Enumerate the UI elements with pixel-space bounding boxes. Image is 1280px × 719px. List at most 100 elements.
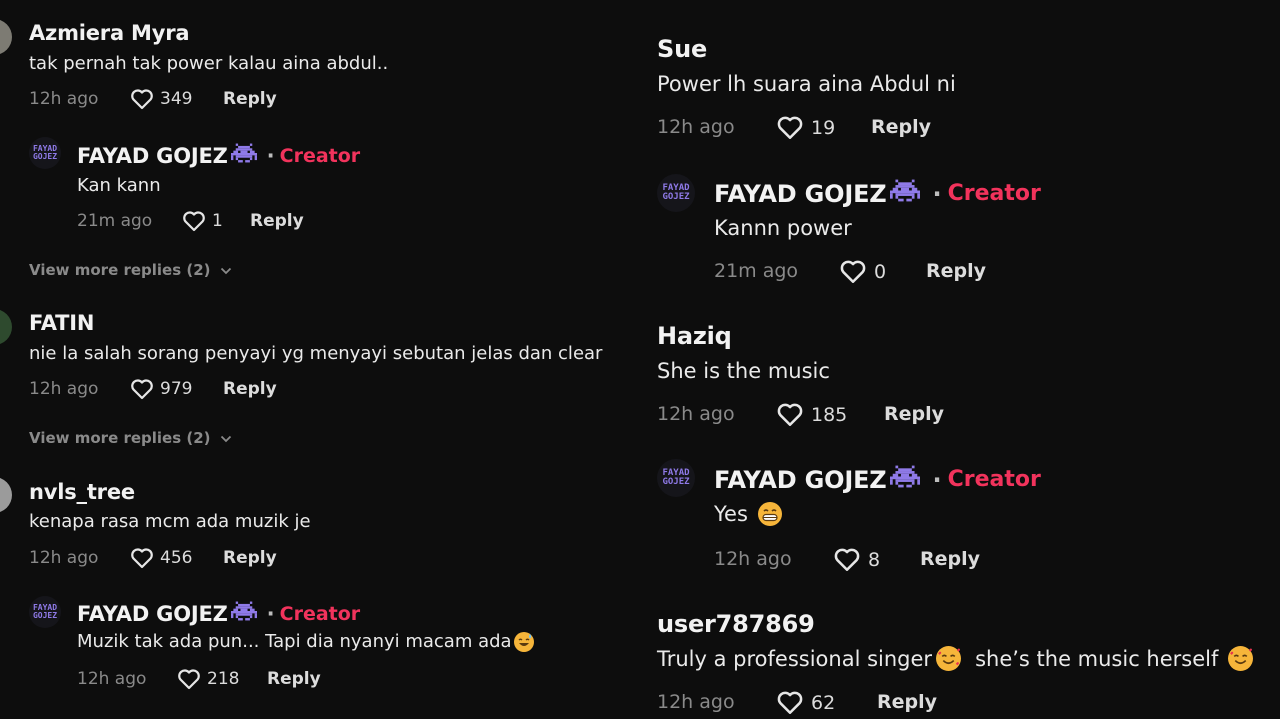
like-button[interactable]: 62 — [776, 690, 835, 715]
like-count: 19 — [811, 116, 836, 139]
creator-avatar[interactable]: FAYAD GOJEZ — [29, 596, 61, 628]
comment-author[interactable]: Sue — [657, 35, 707, 63]
comment-timestamp: 12h ago — [657, 403, 735, 425]
comment-timestamp: 12h ago — [657, 116, 735, 138]
reply-button[interactable]: Reply — [920, 548, 980, 570]
reply-button[interactable]: Reply — [223, 548, 277, 568]
reply-header: FAYAD GOJEZ · Creator — [714, 178, 1041, 209]
reply-timestamp: 21m ago — [714, 260, 799, 282]
like-count: 218 — [207, 669, 240, 689]
comment-text: nie la salah sorang penyayi yg menyayi s… — [29, 343, 603, 364]
logo-text-line: GOJEZ — [32, 611, 58, 620]
like-count: 185 — [811, 403, 848, 426]
logo-text-line: GOJEZ — [32, 152, 58, 161]
separator-dot: · — [266, 601, 275, 626]
reply-header: FAYAD GOJEZ · Creator — [77, 142, 360, 169]
reply-author[interactable]: FAYAD GOJEZ — [77, 602, 228, 626]
heart-outline-icon — [130, 88, 154, 110]
reply-author[interactable]: FAYAD GOJEZ — [77, 144, 228, 168]
comment-text: She is the music — [657, 359, 830, 383]
like-button[interactable]: 349 — [130, 88, 192, 110]
comment-text-row: Truly a professional singer she’s the mu… — [657, 646, 1254, 671]
chevron-down-icon — [220, 261, 232, 279]
like-count: 8 — [868, 548, 881, 571]
creator-badge: Creator — [947, 467, 1041, 492]
reply-author[interactable]: FAYAD GOJEZ — [714, 466, 887, 494]
separator-dot: · — [266, 143, 275, 168]
view-more-label: View more replies (2) — [29, 261, 211, 279]
like-button[interactable]: 19 — [776, 115, 835, 140]
creator-avatar[interactable]: FAYAD GOJEZ — [657, 459, 695, 497]
heart-outline-icon — [182, 210, 206, 232]
reply-button[interactable]: Reply — [250, 211, 304, 231]
avatar[interactable] — [0, 309, 12, 345]
reply-button[interactable]: Reply — [877, 691, 937, 713]
space-invader-emoji-icon — [890, 464, 921, 495]
comment-author[interactable]: Haziq — [657, 322, 732, 350]
comment-timestamp: 12h ago — [657, 691, 735, 713]
space-invader-emoji-icon — [230, 600, 257, 627]
creator-badge: Creator — [947, 181, 1041, 206]
reply-button[interactable]: Reply — [926, 260, 986, 282]
heart-outline-icon — [776, 115, 804, 140]
reply-text: Yes — [714, 502, 748, 526]
space-invader-emoji-icon — [890, 178, 921, 209]
space-invader-emoji-icon — [230, 142, 257, 169]
heart-outline-icon — [130, 547, 154, 569]
separator-dot: · — [932, 179, 942, 208]
like-button[interactable]: 185 — [776, 402, 847, 427]
reply-author[interactable]: FAYAD GOJEZ — [714, 180, 887, 208]
heart-outline-icon — [177, 668, 201, 690]
comment-text: Truly a professional singer — [657, 646, 933, 671]
reply-timestamp: 12h ago — [714, 548, 792, 570]
like-count: 456 — [160, 548, 193, 568]
reply-button[interactable]: Reply — [884, 403, 944, 425]
reply-text: Muzik tak ada pun... Tapi dia nyanyi mac… — [77, 631, 512, 652]
like-button[interactable]: 218 — [177, 668, 239, 690]
comment-text: she’s the music herself — [975, 646, 1219, 671]
avatar[interactable] — [0, 19, 12, 55]
creator-avatar[interactable]: FAYAD GOJEZ — [29, 137, 61, 169]
like-button[interactable]: 979 — [130, 378, 192, 400]
heart-outline-icon — [776, 690, 804, 715]
comment-text: kenapa rasa mcm ada muzik je — [29, 511, 311, 532]
reply-button[interactable]: Reply — [267, 669, 321, 689]
logo-text-line: GOJEZ — [662, 477, 690, 487]
reply-timestamp: 21m ago — [77, 211, 153, 231]
grinning-emoji-icon — [757, 502, 782, 526]
comment-author[interactable]: user787869 — [657, 610, 815, 638]
heart-outline-icon — [130, 378, 154, 400]
reply-text-row: Yes — [714, 502, 782, 526]
comment-author[interactable]: Azmiera Myra — [29, 21, 190, 45]
comment-timestamp: 12h ago — [29, 379, 99, 399]
creator-badge: Creator — [279, 144, 361, 167]
reply-text: Kannn power — [714, 216, 852, 240]
separator-dot: · — [932, 465, 942, 494]
view-more-replies[interactable]: View more replies (2) — [29, 261, 232, 279]
creator-badge: Creator — [279, 602, 361, 625]
like-button[interactable]: 0 — [839, 259, 886, 284]
smiling-face-with-hearts-emoji-icon — [936, 646, 962, 671]
like-button[interactable]: 456 — [130, 547, 192, 569]
comment-text: Power lh suara aina Abdul ni — [657, 72, 956, 96]
reply-button[interactable]: Reply — [223, 379, 277, 399]
like-button[interactable]: 8 — [833, 547, 880, 572]
reply-button[interactable]: Reply — [871, 116, 931, 138]
reply-button[interactable]: Reply — [223, 89, 277, 109]
comment-text: tak pernah tak power kalau aina abdul.. — [29, 53, 389, 74]
heart-outline-icon — [776, 402, 804, 427]
comment-author[interactable]: nvls_tree — [29, 480, 135, 504]
heart-outline-icon — [839, 259, 867, 284]
reply-text-row: Muzik tak ada pun... Tapi dia nyanyi mac… — [77, 631, 534, 652]
view-more-replies[interactable]: View more replies (2) — [29, 429, 232, 447]
comment-timestamp: 12h ago — [29, 548, 99, 568]
like-count: 349 — [160, 89, 193, 109]
sweat-smile-emoji-icon — [513, 631, 534, 652]
creator-avatar[interactable]: FAYAD GOJEZ — [657, 174, 695, 212]
view-more-label: View more replies (2) — [29, 429, 211, 447]
smiling-face-with-hearts-emoji-icon — [1228, 646, 1254, 671]
comment-author[interactable]: FATIN — [29, 311, 94, 335]
like-button[interactable]: 1 — [182, 210, 223, 232]
avatar[interactable] — [0, 477, 12, 513]
logo-text-line: GOJEZ — [662, 192, 690, 202]
